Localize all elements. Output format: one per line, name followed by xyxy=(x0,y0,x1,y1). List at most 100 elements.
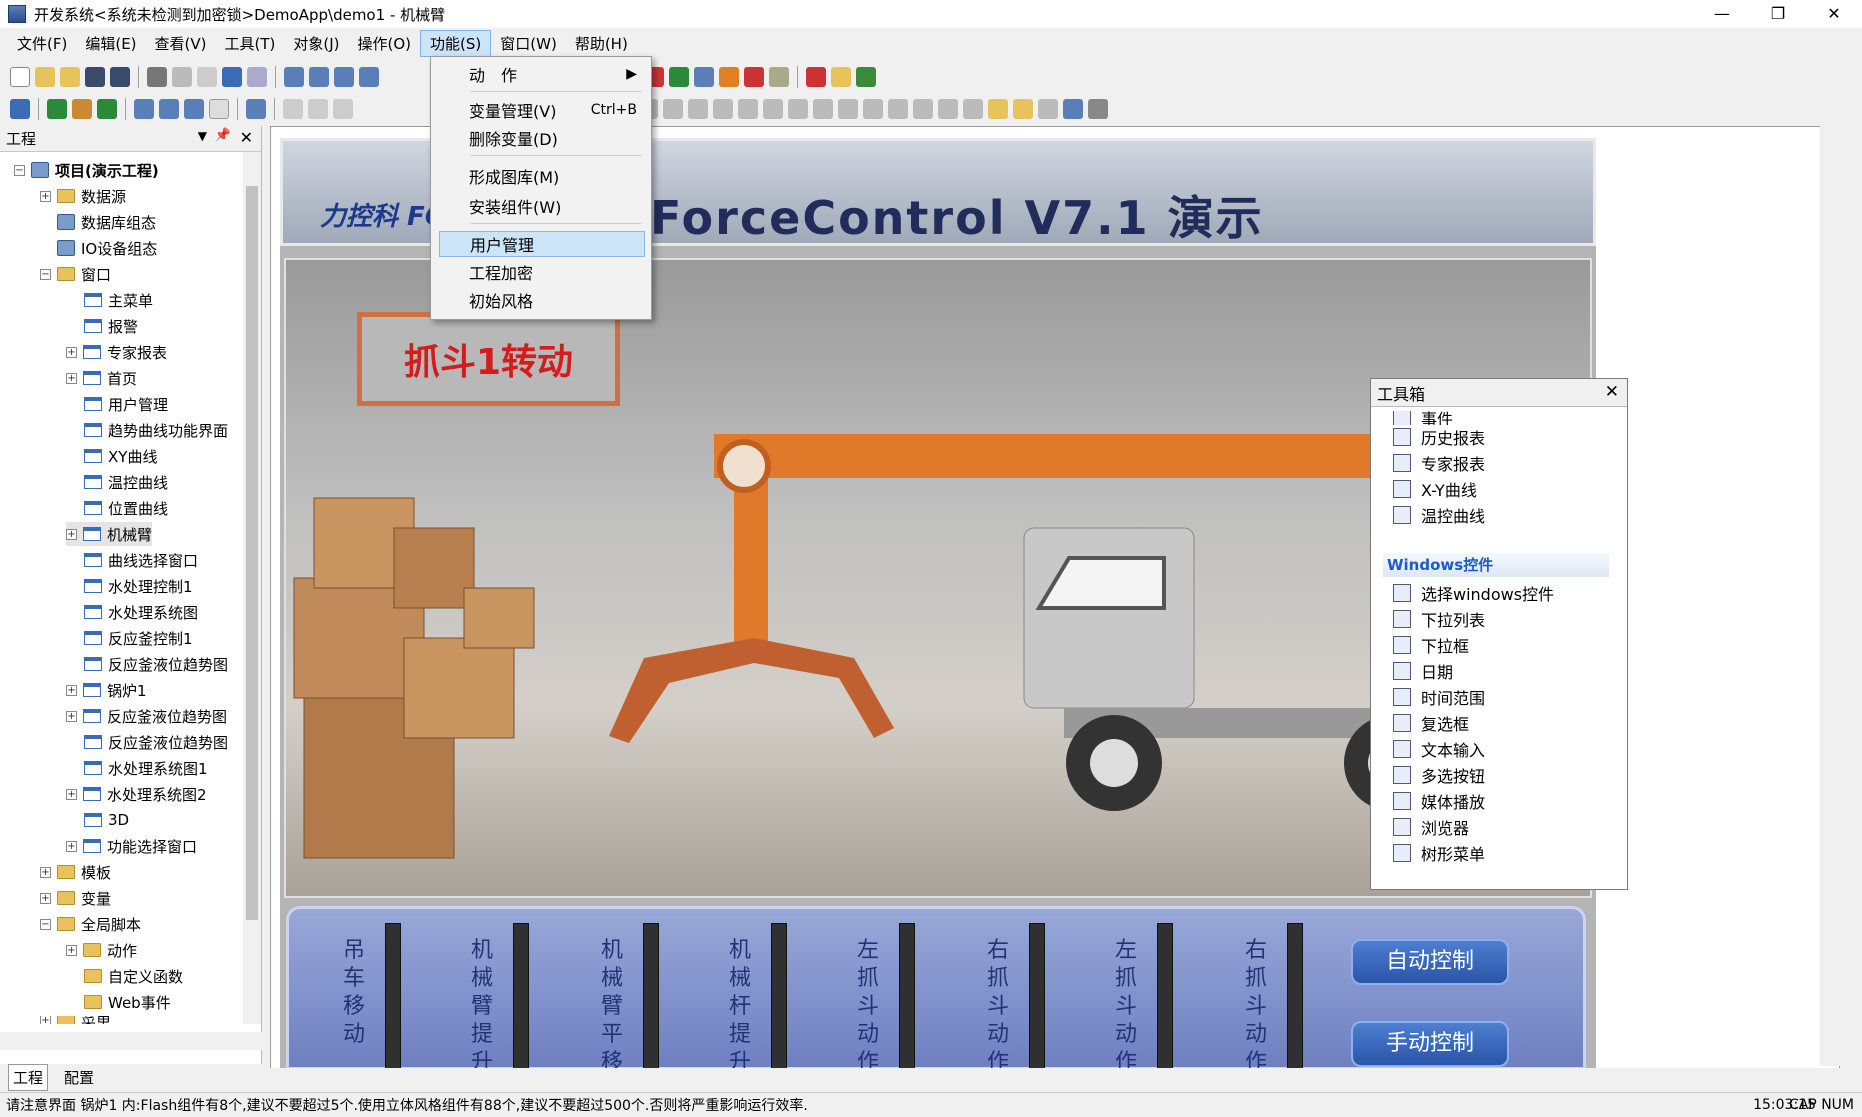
paste-icon[interactable] xyxy=(197,67,217,87)
toolbox-item[interactable]: 时间范围 xyxy=(1393,685,1485,709)
toolbox-item[interactable]: 温控曲线 xyxy=(1393,503,1485,527)
toolbox-item[interactable]: 媒体播放 xyxy=(1393,789,1485,813)
open-icon[interactable] xyxy=(35,67,55,87)
monitor-icon[interactable] xyxy=(1063,99,1083,119)
menu-file[interactable]: 文件(F) xyxy=(8,31,76,56)
slider-crane-move[interactable] xyxy=(385,923,401,1073)
lock-icon[interactable] xyxy=(1088,99,1108,119)
toolbox-item[interactable]: 事件 xyxy=(1393,411,1453,425)
slider-right-grab[interactable] xyxy=(1029,923,1045,1073)
network-icon[interactable] xyxy=(694,67,714,87)
tree-node[interactable]: 反应釜液位趋势图 xyxy=(84,730,228,754)
flip-h-icon[interactable] xyxy=(838,99,858,119)
align-top-icon[interactable] xyxy=(663,99,683,119)
tree-node[interactable]: 水处理系统图 xyxy=(84,600,198,624)
tree-node[interactable]: Web事件 xyxy=(84,990,171,1014)
tree-node[interactable]: + 水处理系统图2 xyxy=(66,782,207,806)
tree-node[interactable]: 3D xyxy=(84,808,129,832)
menu-operate[interactable]: 操作(O) xyxy=(349,31,421,56)
toolbox-item[interactable]: 历史报表 xyxy=(1393,425,1485,449)
menu-item-user-manage[interactable]: 用户管理 xyxy=(439,231,645,257)
bar-chart-icon[interactable] xyxy=(831,67,851,87)
tree-node[interactable]: + 首页 xyxy=(66,366,137,390)
menu-window[interactable]: 窗口(W) xyxy=(491,31,566,56)
flip-v-icon[interactable] xyxy=(863,99,883,119)
picture-icon[interactable] xyxy=(72,99,92,119)
same-width-icon[interactable] xyxy=(763,99,783,119)
download-icon[interactable] xyxy=(10,99,30,119)
toolbox-item[interactable]: 浏览器 xyxy=(1393,815,1469,839)
tree-node[interactable]: + 数据源 xyxy=(40,184,126,208)
save-icon[interactable] xyxy=(85,67,105,87)
wrench-icon[interactable] xyxy=(769,67,789,87)
globe-icon[interactable] xyxy=(669,67,689,87)
tree-node[interactable]: + 专家报表 xyxy=(66,340,167,364)
window-icon[interactable] xyxy=(1038,99,1058,119)
tree-node[interactable]: + 锅炉1 xyxy=(66,678,147,702)
close-button[interactable]: ✕ xyxy=(1806,0,1862,28)
tree-node[interactable]: 水处理系统图1 xyxy=(84,756,208,780)
tree-node[interactable]: + 模板 xyxy=(40,860,111,884)
space-h-icon[interactable] xyxy=(713,99,733,119)
tree-node[interactable]: 温控曲线 xyxy=(84,470,168,494)
same-size-icon[interactable] xyxy=(813,99,833,119)
tree-node[interactable]: 报警 xyxy=(84,314,138,338)
menu-function[interactable]: 功能(S) xyxy=(420,29,492,57)
tab-project[interactable]: 工程 xyxy=(8,1063,49,1091)
slider-arm-lift[interactable] xyxy=(513,923,529,1073)
text-box-icon[interactable] xyxy=(184,99,204,119)
menu-item-initial-style[interactable]: 初始风格 xyxy=(439,287,645,313)
slider-arm-move[interactable] xyxy=(643,923,659,1073)
tree-node-selected[interactable]: + 机械臂 xyxy=(66,522,153,546)
tree-node[interactable]: 反应釜控制1 xyxy=(84,626,193,650)
menu-tools[interactable]: 工具(T) xyxy=(216,31,285,56)
refresh-icon[interactable] xyxy=(47,99,67,119)
tree-node[interactable]: IO设备组态 xyxy=(57,236,157,260)
menu-help[interactable]: 帮助(H) xyxy=(566,31,637,56)
bring-front-icon[interactable] xyxy=(988,99,1008,119)
auto-control-button[interactable]: 自动控制 xyxy=(1351,939,1509,985)
sync-icon[interactable] xyxy=(97,99,117,119)
tree-node[interactable]: 主菜单 xyxy=(84,288,153,312)
run-icon[interactable] xyxy=(806,67,826,87)
tree-node[interactable]: + 变量 xyxy=(40,886,111,910)
zoom-out-icon[interactable] xyxy=(308,99,328,119)
edit-icon[interactable] xyxy=(134,99,154,119)
tree-hscrollbar[interactable] xyxy=(0,1032,262,1050)
slider-right-grab-2[interactable] xyxy=(1287,923,1303,1073)
send-back-icon[interactable] xyxy=(1013,99,1033,119)
tab-config[interactable]: 配置 xyxy=(60,1065,98,1090)
copy-icon[interactable] xyxy=(172,67,192,87)
toolbox-item[interactable]: 树形菜单 xyxy=(1393,841,1485,865)
zoom-in-icon[interactable] xyxy=(283,99,303,119)
tree-node[interactable]: + 动作 xyxy=(66,938,137,962)
tree-node[interactable]: XY曲线 xyxy=(84,444,157,468)
tree-node[interactable]: 水处理控制1 xyxy=(84,574,193,598)
canvas-vscrollbar[interactable] xyxy=(1820,126,1842,1066)
same-height-icon[interactable] xyxy=(788,99,808,119)
menu-view[interactable]: 查看(V) xyxy=(146,31,216,56)
menu-item-install-component[interactable]: 安装组件(W) xyxy=(439,193,645,219)
right-dock-strip[interactable] xyxy=(1842,126,1862,1086)
dropdown-arrow-icon[interactable]: ▼ xyxy=(198,129,207,143)
tree-node[interactable]: 反应釜液位趋势图 xyxy=(84,652,228,676)
toolbox-item[interactable]: 文本输入 xyxy=(1393,737,1485,761)
toolbox-item[interactable]: 选择windows控件 xyxy=(1393,581,1554,605)
open-folder-icon[interactable] xyxy=(60,67,80,87)
toolbox-item[interactable]: 下拉框 xyxy=(1393,633,1469,657)
toolbox-item[interactable]: 日期 xyxy=(1393,659,1453,683)
rotate-icon[interactable] xyxy=(888,99,908,119)
menu-object[interactable]: 对象(J) xyxy=(284,31,348,56)
slider-rod-lift[interactable] xyxy=(771,923,787,1073)
save-all-icon[interactable] xyxy=(110,67,130,87)
grid-icon[interactable] xyxy=(359,67,379,87)
undo-icon[interactable] xyxy=(222,67,242,87)
menu-edit[interactable]: 编辑(E) xyxy=(76,31,145,56)
canvas-hscrollbar[interactable] xyxy=(270,1068,1840,1088)
tree-node[interactable]: + 反应釜液位趋势图 xyxy=(66,704,227,728)
toolbox-section-windows[interactable]: Windows控件 xyxy=(1383,553,1609,577)
minimize-button[interactable]: — xyxy=(1694,0,1750,28)
toolbox-item[interactable]: 多选按钮 xyxy=(1393,763,1485,787)
maximize-button[interactable]: ❐ xyxy=(1750,0,1806,28)
select-area-icon[interactable] xyxy=(963,99,983,119)
